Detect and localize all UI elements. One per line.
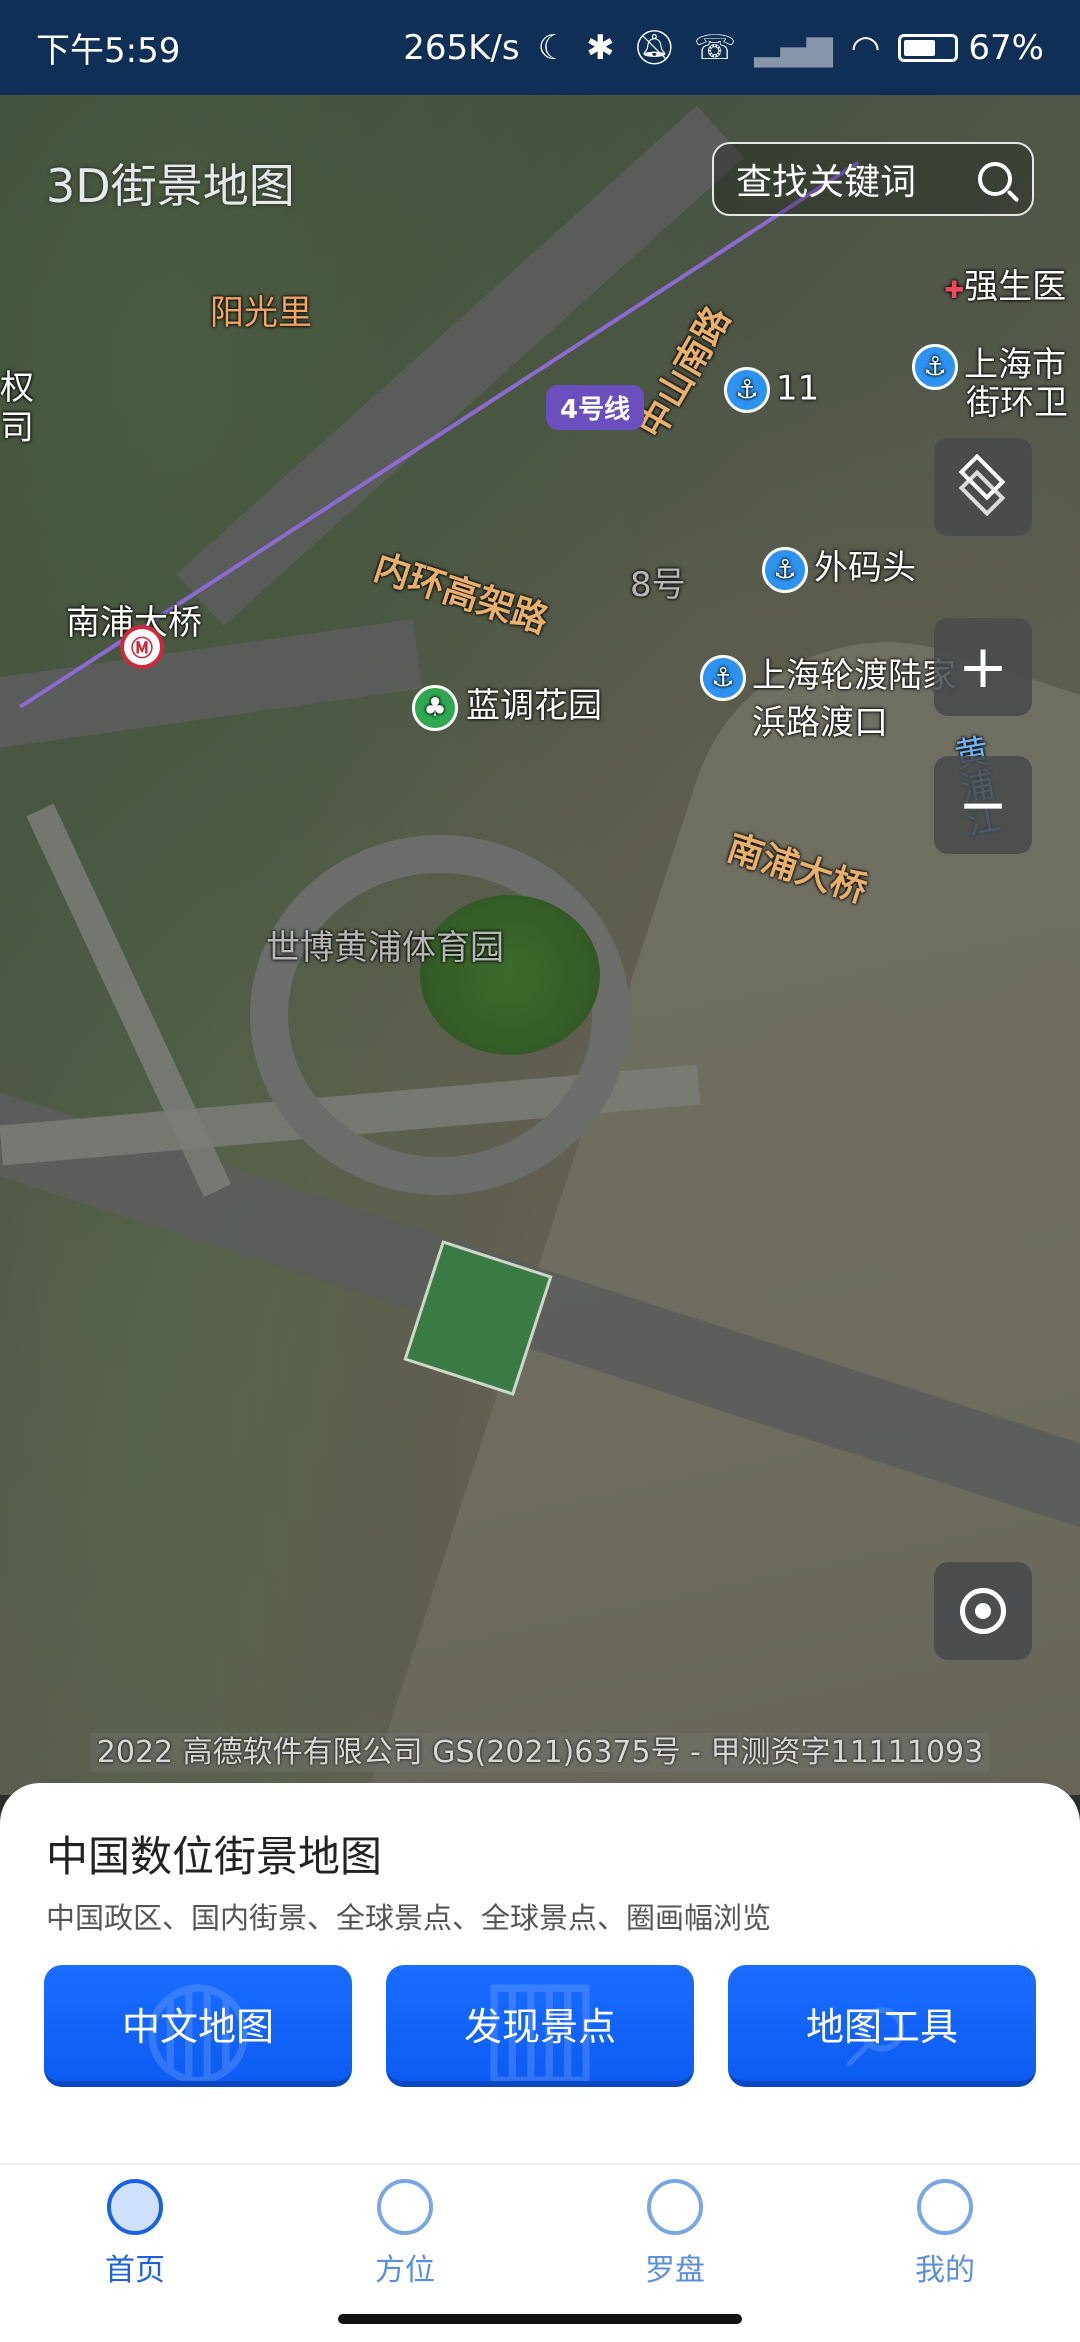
minus-icon: −: [957, 770, 1009, 840]
poi-qiangsheng-label: 强生医: [964, 267, 1067, 307]
chinese-map-label: 中文地图: [121, 2004, 274, 2049]
map-tools-button[interactable]: ⌕ 地图工具: [728, 1965, 1036, 2087]
smiley-icon: [917, 2179, 973, 2235]
battery-icon: [898, 33, 959, 62]
tree-icon: ♣: [412, 684, 458, 731]
plus-icon: +: [957, 632, 1009, 702]
search-input[interactable]: 查找关键词: [712, 142, 1034, 216]
anchor-icon: ⚓: [700, 654, 746, 701]
layers-button[interactable]: [934, 438, 1032, 536]
nav-direction-label: 方位: [375, 2253, 435, 2288]
home-indicator[interactable]: [338, 2314, 742, 2324]
wifi-icon: ◠: [850, 27, 881, 68]
anchor-icon: ⚓: [724, 367, 770, 413]
zoom-in-button[interactable]: +: [934, 618, 1032, 716]
status-icons: 265K/s ☾ ✱ 🔕︎ ☏ ▂▄▆ ◠ 67%: [403, 28, 1044, 68]
poi-lantiao-garden-label: 蓝调花园: [466, 686, 602, 726]
map-label-shibo-sports: 世博黄浦体育园: [266, 928, 504, 968]
map-label-pier-8: 8号: [630, 565, 686, 605]
nav-direction[interactable]: 方位: [335, 2179, 475, 2289]
anchor-icon: ⚓: [762, 546, 808, 593]
status-bar: 下午5:59 265K/s ☾ ✱ 🔕︎ ☏ ▂▄▆ ◠ 67%: [0, 0, 1080, 95]
moon-icon: ☾: [537, 27, 569, 68]
nav-home-label: 首页: [105, 2253, 165, 2288]
poi-qiangsheng[interactable]: ✚强生医: [944, 259, 1066, 308]
navigation-arrow-icon: [377, 2179, 433, 2235]
search-placeholder: 查找关键词: [736, 162, 917, 203]
nav-mine-label: 我的: [915, 2253, 975, 2288]
nav-mine[interactable]: 我的: [875, 2179, 1015, 2289]
nav-home[interactable]: 首页: [65, 2179, 205, 2289]
zoom-out-button[interactable]: −: [934, 756, 1032, 854]
discover-spots-button[interactable]: ▥ 发现景点: [386, 1965, 694, 2087]
poi-ferry-label: 上海轮渡陆家: [752, 656, 956, 696]
bluetooth-icon: ✱: [586, 27, 615, 68]
poi-lantiao-garden[interactable]: ♣ 蓝调花园: [412, 678, 602, 731]
map-copyright: 2022 高德软件有限公司 GS(2021)6375号 - 甲测资字111110…: [0, 1727, 1080, 1772]
panel-subtitle: 中国政区、国内街景、全球景点、全球景点、圈画幅浏览: [46, 1901, 772, 1935]
map-label-yangguangli: 阳光里: [210, 293, 312, 333]
bell-mute-icon: 🔕︎: [632, 27, 676, 68]
hospital-icon: ✚: [944, 276, 965, 304]
app-title: 3D街景地图: [46, 159, 295, 213]
layers-icon: [956, 453, 1010, 517]
nav-compass-label: 罗盘: [645, 2253, 705, 2288]
panel-title: 中国数位街景地图: [46, 1832, 383, 1881]
poi-waimatou-label: 外码头: [814, 548, 916, 588]
chinese-map-button[interactable]: ◍ 中文地图: [44, 1965, 352, 2087]
poi-pier-11-label: 11: [776, 368, 820, 409]
metro-station-icon[interactable]: Ⓜ: [120, 625, 164, 669]
poi-ferry-label-2: 浜路渡口: [752, 703, 888, 743]
nav-compass[interactable]: 罗盘: [605, 2179, 745, 2289]
map-label-shanghai-city-2: 街环卫: [966, 383, 1068, 423]
locate-icon: [960, 1588, 1006, 1634]
battery-percent: 67%: [968, 27, 1044, 68]
metro-line-badge: 4号线: [546, 385, 645, 430]
road: [0, 619, 423, 761]
planet-icon: [107, 2179, 163, 2235]
anchor-icon: ⚓: [912, 343, 958, 390]
battery-indicator: 67%: [898, 28, 1044, 68]
network-speed: 265K/s: [403, 27, 520, 68]
poi-waimatou[interactable]: ⚓ 外码头: [762, 540, 916, 593]
map-label-left-edge-2: 司: [0, 408, 34, 448]
signal-icon: ▂▄▆: [754, 27, 833, 68]
satellite-map[interactable]: 阳光里 权 司 中山南路 4号线 南浦大桥 Ⓜ 内环高架路 ♣ 蓝调花园 ⚓ 11 …: [0, 95, 1080, 1795]
discover-spots-label: 发现景点: [463, 2004, 616, 2049]
compass-icon: [647, 2179, 703, 2235]
call-icon: ☏: [693, 27, 737, 68]
search-icon: [978, 162, 1012, 196]
park-area: [420, 895, 600, 1055]
poi-ferry[interactable]: ⚓ 上海轮渡陆家: [700, 648, 956, 701]
status-time: 下午5:59: [36, 31, 181, 71]
map-tools-label: 地图工具: [805, 2004, 958, 2049]
locate-button[interactable]: [934, 1562, 1032, 1660]
poi-pier-11[interactable]: ⚓ 11: [724, 367, 819, 413]
